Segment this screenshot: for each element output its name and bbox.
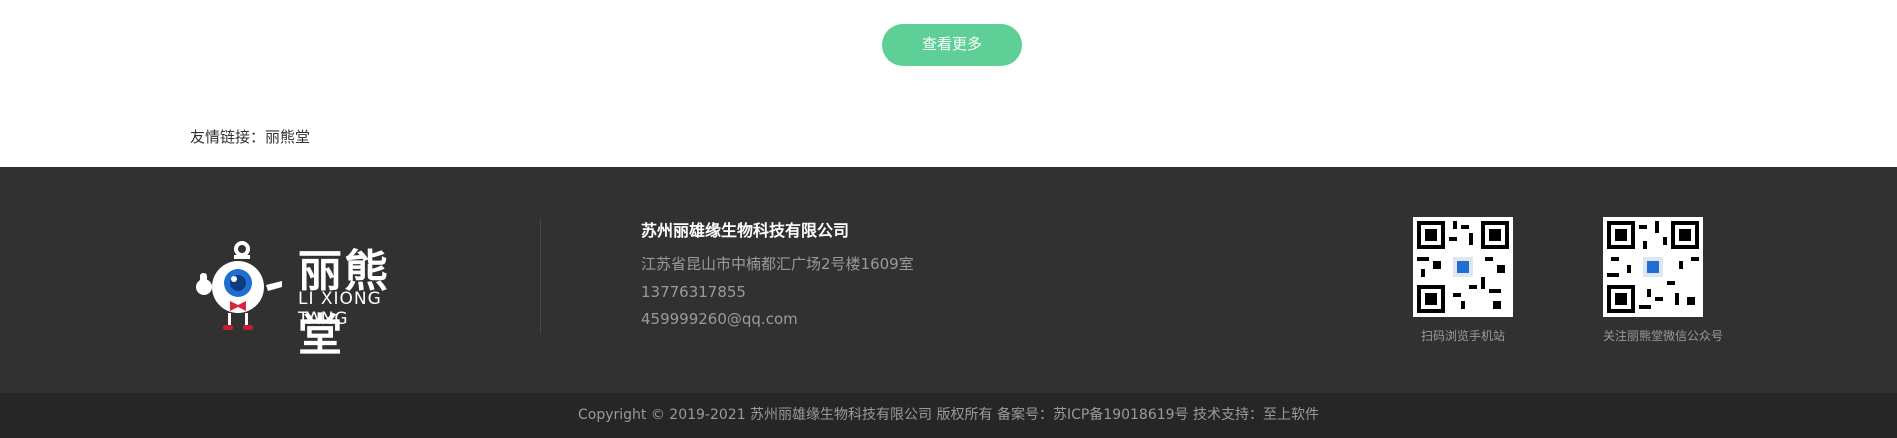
view-more-button[interactable]: 查看更多 (882, 24, 1022, 66)
qr-code-icon (1413, 217, 1513, 317)
qr-mobile-site: 扫码浏览手机站 (1413, 217, 1513, 344)
company-phone: 13776317855 (641, 283, 746, 301)
friend-links-label: 友情链接： (190, 128, 266, 146)
company-email[interactable]: 459999260@qq.com (641, 310, 914, 328)
company-name: 苏州丽雄缘生物科技有限公司 (641, 221, 850, 240)
friend-link-lixiongtang[interactable]: 丽熊堂 (265, 128, 310, 146)
logo-text-en: LI XIONG TANG (298, 289, 382, 329)
copyright-bar: Copyright © 2019-2021 苏州丽雄缘生物科技有限公司 版权所有… (0, 393, 1897, 438)
qr-code-icon (1603, 217, 1703, 317)
mascot-logo-icon (196, 241, 282, 330)
company-address: 江苏省昆山市中楠都汇广场2号楼1609室 (641, 255, 914, 273)
footer-logo[interactable]: 丽熊堂 LI XIONG TANG (190, 235, 430, 361)
qr-wechat: 关注丽熊堂微信公众号 (1603, 217, 1724, 344)
friend-links: 友情链接：丽熊堂 (190, 126, 310, 147)
site-footer: 丽熊堂 LI XIONG TANG 苏州丽雄缘生物科技有限公司 江苏省昆山市中楠… (0, 167, 1897, 393)
footer-divider (540, 219, 541, 334)
content-area: 查看更多 友情链接：丽熊堂 (0, 0, 1897, 167)
company-info: 苏州丽雄缘生物科技有限公司 江苏省昆山市中楠都汇广场2号楼1609室 13776… (641, 217, 914, 328)
copyright-text: Copyright © 2019-2021 苏州丽雄缘生物科技有限公司 版权所有… (577, 407, 1320, 423)
qr-wechat-caption: 关注丽熊堂微信公众号 (1603, 329, 1724, 343)
qr-mobile-caption: 扫码浏览手机站 (1420, 329, 1505, 343)
